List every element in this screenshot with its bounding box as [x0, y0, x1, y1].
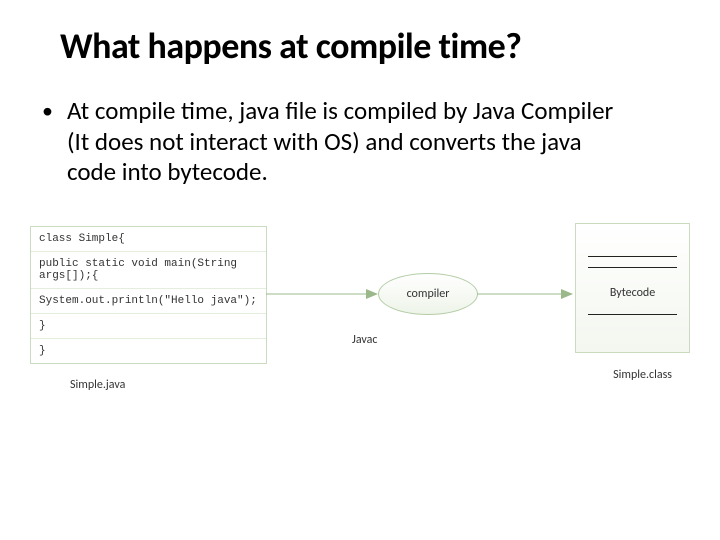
bullet-text: At compile time, java file is compiled b…: [67, 96, 627, 188]
code-line: System.out.println("Hello java");: [31, 288, 266, 313]
slide: What happens at compile time? • At compi…: [0, 0, 720, 540]
bullet-item: • At compile time, java file is compiled…: [40, 96, 680, 188]
code-line: public static void main(String args[]);{: [31, 251, 266, 288]
bytecode-box: Bytecode: [575, 223, 690, 353]
javac-label: Javac: [352, 333, 377, 347]
bullet-dot-icon: •: [42, 96, 53, 126]
arrow-icon: [266, 286, 378, 302]
bytecode-line-icon: [588, 314, 677, 315]
code-line: class Simple{: [31, 227, 266, 251]
compiler-node: compiler: [378, 273, 478, 315]
code-line: }: [31, 313, 266, 338]
source-caption: Simple.java: [70, 378, 125, 392]
bytecode-line-icon: [588, 267, 677, 268]
source-code-box: class Simple{ public static void main(St…: [30, 226, 267, 364]
bytecode-label: Bytecode: [586, 286, 679, 300]
compiler-label: compiler: [407, 287, 450, 301]
slide-title: What happens at compile time?: [60, 24, 660, 68]
compile-diagram: class Simple{ public static void main(St…: [30, 218, 690, 428]
bytecode-line-icon: [588, 256, 677, 257]
arrow-icon: [477, 286, 573, 302]
code-line: }: [31, 338, 266, 363]
output-caption: Simple.class: [613, 368, 672, 382]
